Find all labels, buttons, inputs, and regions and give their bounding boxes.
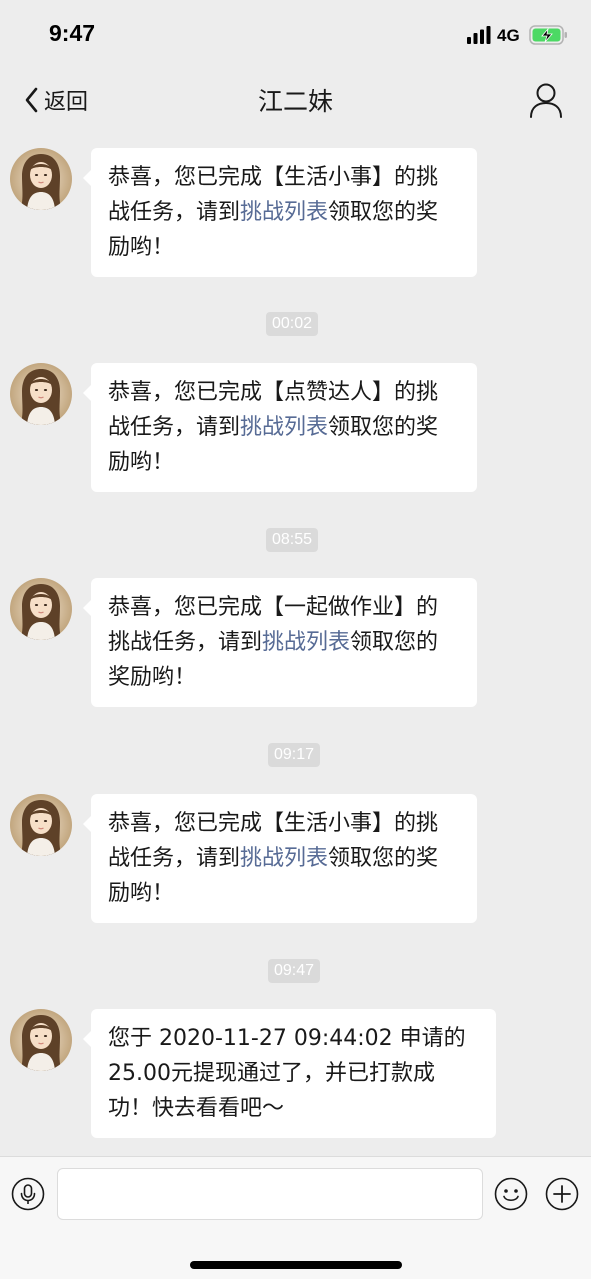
challenge-list-link[interactable]: 挑战列表	[240, 200, 328, 225]
message-bubble[interactable]: 恭喜，您已完成【点赞达人】的挑战任务，请到挑战列表领取您的奖励哟！	[83, 363, 477, 492]
challenge-list-link[interactable]: 挑战列表	[240, 846, 328, 871]
network-label: 4G	[497, 26, 520, 45]
timestamp: 00:02	[266, 312, 319, 336]
message-text: 您于 2020-11-27 09:44:02 申请的 25.00元提现通过了，并…	[108, 1026, 466, 1121]
timestamp: 09:47	[268, 959, 321, 983]
avatar[interactable]	[10, 1009, 72, 1071]
message-bubble[interactable]: 您于 2020-11-27 09:44:02 申请的 25.00元提现通过了，并…	[83, 1009, 496, 1138]
message-bubble[interactable]: 恭喜，您已完成【生活小事】的挑战任务，请到挑战列表领取您的奖励哟！	[83, 794, 477, 923]
avatar[interactable]	[10, 148, 72, 210]
message-bubble[interactable]: 恭喜，您已完成【一起做作业】的挑战任务，请到挑战列表领取您的奖励哟！	[83, 578, 477, 707]
avatar[interactable]	[10, 578, 72, 640]
message-input[interactable]	[57, 1168, 483, 1220]
chat-area[interactable]: 恭喜，您已完成【生活小事】的挑战任务，请到挑战列表领取您的奖励哟！ 00:02 …	[0, 132, 591, 1156]
challenge-list-link[interactable]: 挑战列表	[240, 415, 328, 440]
battery-charging-icon	[529, 25, 567, 45]
smiley-icon[interactable]	[494, 1177, 528, 1211]
signal-bars-icon	[467, 26, 491, 44]
challenge-list-link[interactable]: 挑战列表	[262, 630, 350, 655]
avatar[interactable]	[10, 794, 72, 856]
plus-circle-icon[interactable]	[545, 1177, 579, 1211]
chat-screen: 9:47 4G 返回 江二妹 恭喜，您已完成【生活小事】的挑战任务，请到挑战列表…	[0, 0, 591, 1279]
page-title: 江二妹	[257, 87, 333, 116]
timestamp: 08:55	[266, 528, 319, 552]
input-bar	[0, 1156, 591, 1279]
status-time: 9:47	[49, 20, 96, 46]
status-bar: 9:47 4G	[0, 0, 591, 68]
home-indicator[interactable]	[190, 1261, 402, 1269]
timestamp: 09:17	[268, 743, 321, 767]
message-bubble[interactable]: 恭喜，您已完成【生活小事】的挑战任务，请到挑战列表领取您的奖励哟！	[83, 148, 477, 277]
person-icon[interactable]	[529, 82, 563, 118]
nav-bar: 返回 江二妹	[0, 68, 591, 132]
avatar[interactable]	[10, 363, 72, 425]
microphone-icon[interactable]	[11, 1177, 45, 1211]
